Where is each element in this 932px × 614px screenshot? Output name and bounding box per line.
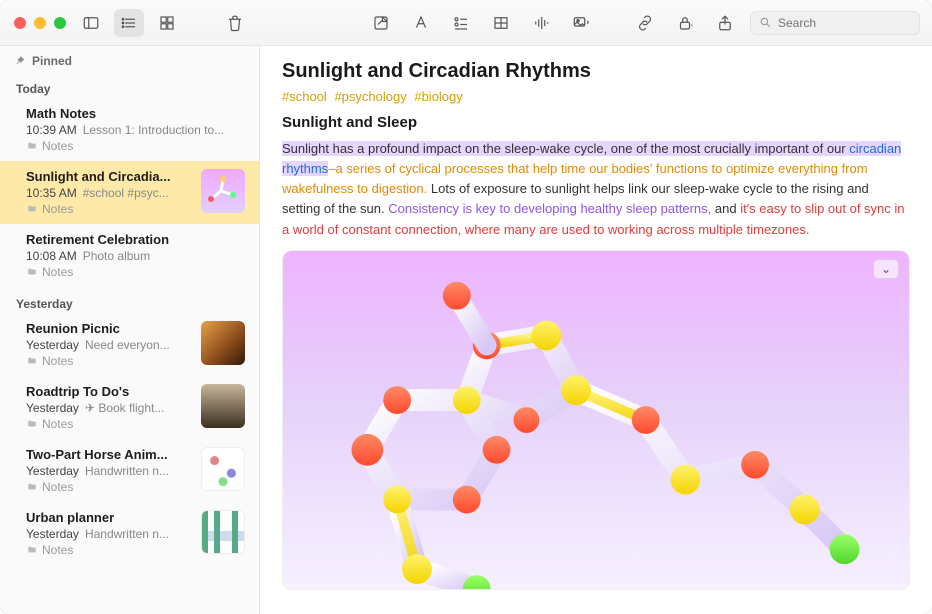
note-list-item[interactable]: Sunlight and Circadia... 10:35 AM#school… bbox=[0, 161, 259, 224]
delete-note-button[interactable] bbox=[220, 9, 250, 37]
today-section-header: Today bbox=[0, 72, 259, 98]
folder-icon bbox=[26, 419, 38, 429]
note-thumbnail bbox=[201, 321, 245, 365]
note-list-item[interactable]: Math Notes 10:39 AMLesson 1: Introductio… bbox=[0, 98, 259, 161]
fullscreen-window-button[interactable] bbox=[54, 17, 66, 29]
note-folder: Notes bbox=[26, 202, 193, 216]
folder-icon bbox=[26, 545, 38, 555]
audio-button[interactable] bbox=[526, 9, 556, 37]
note-image: ⌄ bbox=[282, 250, 910, 590]
window-controls bbox=[0, 17, 70, 29]
app-window: Pinned Today Math Notes 10:39 AMLesson 1… bbox=[0, 0, 932, 614]
molecule-illustration bbox=[283, 251, 909, 589]
note-folder: Notes bbox=[26, 139, 245, 153]
image-menu-button[interactable]: ⌄ bbox=[873, 259, 899, 279]
note-title: Math Notes bbox=[26, 106, 245, 121]
tag[interactable]: #school bbox=[282, 89, 327, 104]
note-heading: Sunlight and Circadian Rhythms bbox=[282, 60, 910, 83]
lock-button[interactable] bbox=[670, 9, 700, 37]
note-title: Sunlight and Circadia... bbox=[26, 169, 193, 184]
minimize-window-button[interactable] bbox=[34, 17, 46, 29]
yesterday-section-header: Yesterday bbox=[0, 287, 259, 313]
folder-icon bbox=[26, 141, 38, 151]
note-subheading: Sunlight and Sleep bbox=[282, 114, 910, 131]
search-input[interactable] bbox=[778, 16, 908, 30]
tag[interactable]: #biology bbox=[414, 89, 462, 104]
share-button[interactable] bbox=[710, 9, 740, 37]
media-button[interactable] bbox=[566, 9, 596, 37]
folder-icon bbox=[26, 204, 38, 214]
notes-sidebar: Pinned Today Math Notes 10:39 AMLesson 1… bbox=[0, 46, 260, 614]
pin-icon bbox=[14, 55, 26, 67]
note-list-item[interactable]: Urban planner YesterdayHandwritten n... … bbox=[0, 502, 259, 565]
pinned-label: Pinned bbox=[32, 54, 72, 68]
folder-icon bbox=[26, 482, 38, 492]
note-thumbnail bbox=[201, 169, 245, 213]
link-button[interactable] bbox=[630, 9, 660, 37]
folder-icon bbox=[26, 356, 38, 366]
note-list-item[interactable]: Two-Part Horse Anim... YesterdayHandwrit… bbox=[0, 439, 259, 502]
folder-icon bbox=[26, 267, 38, 277]
note-list-item[interactable]: Retirement Celebration 10:08 AMPhoto alb… bbox=[0, 224, 259, 287]
close-window-button[interactable] bbox=[14, 17, 26, 29]
note-tags: #school #psychology #biology bbox=[282, 89, 910, 104]
list-view-button[interactable] bbox=[114, 9, 144, 37]
note-list-item[interactable]: Reunion Picnic YesterdayNeed everyon... … bbox=[0, 313, 259, 376]
gallery-view-button[interactable] bbox=[152, 9, 182, 37]
toggle-sidebar-button[interactable] bbox=[76, 9, 106, 37]
note-thumbnail bbox=[201, 384, 245, 428]
note-paragraph: Sunlight has a profound impact on the sl… bbox=[282, 139, 910, 240]
search-icon bbox=[759, 16, 772, 29]
note-thumbnail bbox=[201, 510, 245, 554]
note-editor[interactable]: Sunlight and Circadian Rhythms #school #… bbox=[260, 46, 932, 614]
note-list-item[interactable]: Roadtrip To Do's Yesterday✈︎ Book flight… bbox=[0, 376, 259, 439]
note-title: Retirement Celebration bbox=[26, 232, 245, 247]
note-folder: Notes bbox=[26, 265, 245, 279]
note-thumbnail bbox=[201, 447, 245, 491]
new-note-button[interactable] bbox=[366, 9, 396, 37]
search-field[interactable] bbox=[750, 11, 920, 35]
format-text-button[interactable] bbox=[406, 9, 436, 37]
toolbar bbox=[0, 0, 932, 46]
table-button[interactable] bbox=[486, 9, 516, 37]
checklist-button[interactable] bbox=[446, 9, 476, 37]
tag[interactable]: #psychology bbox=[334, 89, 406, 104]
pinned-section-header: Pinned bbox=[0, 46, 259, 72]
